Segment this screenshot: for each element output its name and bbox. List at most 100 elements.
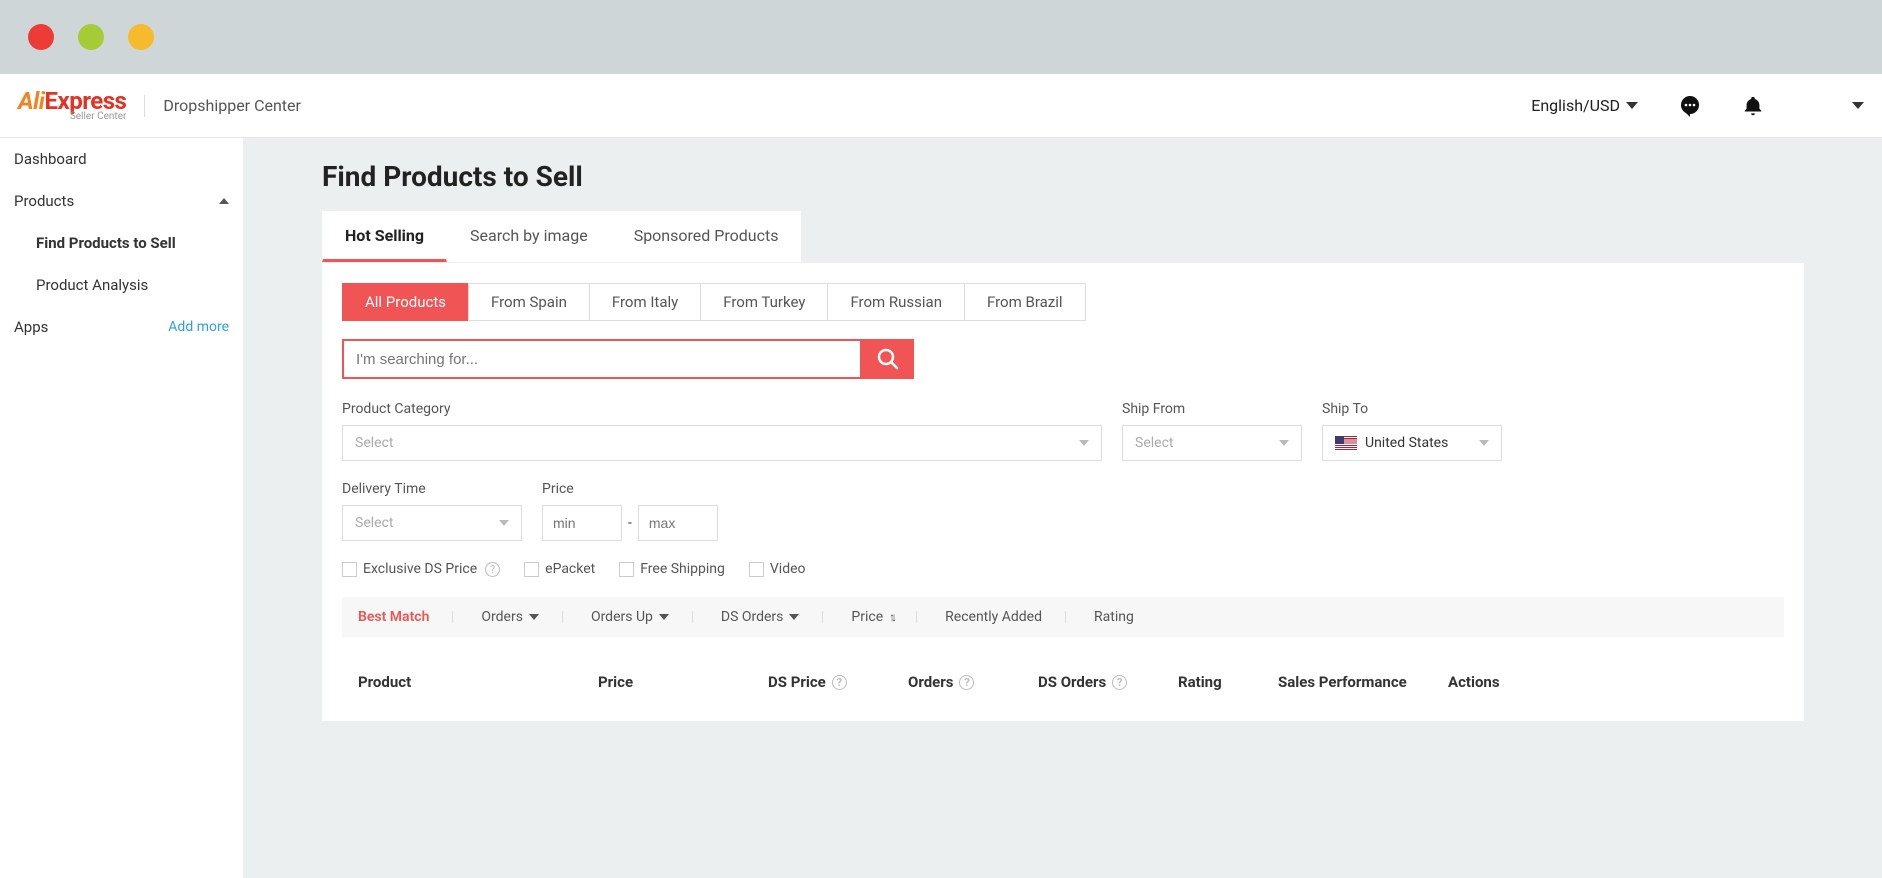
sort-ds-orders[interactable]: DS Orders bbox=[721, 609, 824, 625]
sort-label: DS Orders bbox=[721, 609, 784, 625]
th-sales-performance: Sales Performance bbox=[1278, 673, 1448, 691]
page-tabs: Hot Selling Search by image Sponsored Pr… bbox=[322, 211, 1804, 262]
delivery-select[interactable]: Select bbox=[342, 505, 522, 541]
chevron-down-icon bbox=[659, 614, 669, 620]
shipto-select[interactable]: United States bbox=[1322, 425, 1502, 461]
category-select[interactable]: Select bbox=[342, 425, 1102, 461]
sort-orders[interactable]: Orders bbox=[481, 609, 563, 625]
shipfrom-label: Ship From bbox=[1122, 401, 1302, 417]
chevron-down-icon bbox=[1479, 440, 1489, 446]
help-icon[interactable]: ? bbox=[485, 562, 500, 577]
source-tab-spain[interactable]: From Spain bbox=[468, 283, 590, 321]
sidebar-item-products[interactable]: Products bbox=[0, 180, 243, 222]
th-product: Product bbox=[358, 673, 598, 691]
checkbox-exclusive-ds[interactable] bbox=[342, 562, 357, 577]
source-tab-all[interactable]: All Products bbox=[342, 283, 469, 321]
source-tab-label: From Italy bbox=[612, 293, 678, 311]
source-tab-italy[interactable]: From Italy bbox=[589, 283, 701, 321]
checkbox-label: Exclusive DS Price bbox=[363, 561, 477, 577]
source-tab-label: All Products bbox=[365, 293, 446, 311]
main-content: Find Products to Sell Hot Selling Search… bbox=[244, 138, 1882, 878]
sidebar-sub-label: Find Products to Sell bbox=[36, 234, 176, 252]
window-close-dot[interactable] bbox=[28, 24, 54, 50]
header-bar: AliExpress Seller Center Dropshipper Cen… bbox=[0, 74, 1882, 138]
sort-price[interactable]: Price↑↓ bbox=[851, 609, 917, 625]
user-menu[interactable] bbox=[1804, 102, 1864, 109]
source-tab-label: From Russian bbox=[850, 293, 942, 311]
price-max-input[interactable] bbox=[638, 505, 718, 541]
help-icon[interactable]: ? bbox=[959, 675, 974, 690]
chevron-down-icon bbox=[529, 614, 539, 620]
category-label: Product Category bbox=[342, 401, 1102, 417]
logo-subtext: Seller Center bbox=[18, 111, 126, 122]
sidebar-item-label: Apps bbox=[14, 318, 48, 336]
window-minimize-dot[interactable] bbox=[78, 24, 104, 50]
checkbox-epacket[interactable] bbox=[524, 562, 539, 577]
source-tab-label: From Brazil bbox=[987, 293, 1063, 311]
chevron-down-icon bbox=[1626, 102, 1638, 109]
chevron-down-icon bbox=[1079, 440, 1089, 446]
add-more-link[interactable]: Add more bbox=[168, 319, 229, 335]
source-tab-turkey[interactable]: From Turkey bbox=[700, 283, 828, 321]
source-tab-russian[interactable]: From Russian bbox=[827, 283, 965, 321]
tab-search-by-image[interactable]: Search by image bbox=[447, 211, 611, 262]
sidebar-sub-find-products[interactable]: Find Products to Sell bbox=[0, 222, 243, 264]
tab-sponsored-products[interactable]: Sponsored Products bbox=[611, 211, 802, 262]
source-tab-label: From Turkey bbox=[723, 293, 805, 311]
sort-recently-added[interactable]: Recently Added bbox=[945, 609, 1066, 625]
logo[interactable]: AliExpress Seller Center bbox=[18, 89, 126, 122]
filter-panel: All Products From Spain From Italy From … bbox=[322, 262, 1804, 721]
search-button[interactable] bbox=[862, 339, 914, 379]
shipfrom-select[interactable]: Select bbox=[1122, 425, 1302, 461]
sort-label: Rating bbox=[1094, 609, 1134, 625]
delivery-label: Delivery Time bbox=[342, 481, 522, 497]
language-selector[interactable]: English/USD bbox=[1531, 96, 1638, 115]
page-title: Find Products to Sell bbox=[322, 160, 1804, 193]
sort-orders-up[interactable]: Orders Up bbox=[591, 609, 693, 625]
chevron-down-icon bbox=[1852, 102, 1864, 109]
checkbox-label: Free Shipping bbox=[640, 561, 725, 577]
header-title: Dropshipper Center bbox=[163, 96, 301, 115]
help-icon[interactable]: ? bbox=[1112, 675, 1127, 690]
window-maximize-dot[interactable] bbox=[128, 24, 154, 50]
chevron-down-icon bbox=[1279, 440, 1289, 446]
sort-best-match[interactable]: Best Match bbox=[358, 609, 453, 625]
price-dash: - bbox=[628, 515, 632, 531]
sidebar-item-apps[interactable]: Apps Add more bbox=[0, 306, 243, 348]
select-placeholder: Select bbox=[1135, 435, 1173, 451]
chat-icon[interactable] bbox=[1678, 94, 1702, 118]
th-rating: Rating bbox=[1178, 673, 1278, 691]
language-label: English/USD bbox=[1531, 96, 1620, 115]
shipto-label: Ship To bbox=[1322, 401, 1502, 417]
bell-icon[interactable] bbox=[1742, 95, 1764, 117]
tab-hot-selling[interactable]: Hot Selling bbox=[322, 211, 447, 262]
sort-label: Best Match bbox=[358, 609, 429, 625]
tab-label: Sponsored Products bbox=[634, 226, 779, 245]
chevron-down-icon bbox=[789, 614, 799, 620]
search-input[interactable] bbox=[342, 339, 862, 379]
sidebar-sub-product-analysis[interactable]: Product Analysis bbox=[0, 264, 243, 306]
sort-label: Price bbox=[851, 609, 883, 625]
th-actions: Actions bbox=[1448, 673, 1548, 691]
price-min-input[interactable] bbox=[542, 505, 622, 541]
checkbox-video[interactable] bbox=[749, 562, 764, 577]
sort-label: Orders bbox=[481, 609, 523, 625]
sort-bar: Best Match Orders Orders Up DS Orders Pr… bbox=[342, 597, 1784, 637]
th-ds-price: DS Price? bbox=[768, 673, 908, 691]
sort-rating[interactable]: Rating bbox=[1094, 609, 1158, 625]
source-tab-label: From Spain bbox=[491, 293, 567, 311]
sidebar-item-label: Dashboard bbox=[14, 150, 87, 168]
source-tabs: All Products From Spain From Italy From … bbox=[342, 283, 1784, 321]
source-tab-brazil[interactable]: From Brazil bbox=[964, 283, 1086, 321]
sidebar-item-dashboard[interactable]: Dashboard bbox=[0, 138, 243, 180]
th-price: Price bbox=[598, 673, 768, 691]
browser-chrome bbox=[0, 0, 1882, 74]
sort-label: Orders Up bbox=[591, 609, 653, 625]
search-icon bbox=[876, 347, 900, 371]
sort-label: Recently Added bbox=[945, 609, 1042, 625]
help-icon[interactable]: ? bbox=[832, 675, 847, 690]
checkbox-free-shipping[interactable] bbox=[619, 562, 634, 577]
th-orders: Orders? bbox=[908, 673, 1038, 691]
th-ds-orders: DS Orders? bbox=[1038, 673, 1178, 691]
flag-us-icon bbox=[1335, 436, 1357, 450]
